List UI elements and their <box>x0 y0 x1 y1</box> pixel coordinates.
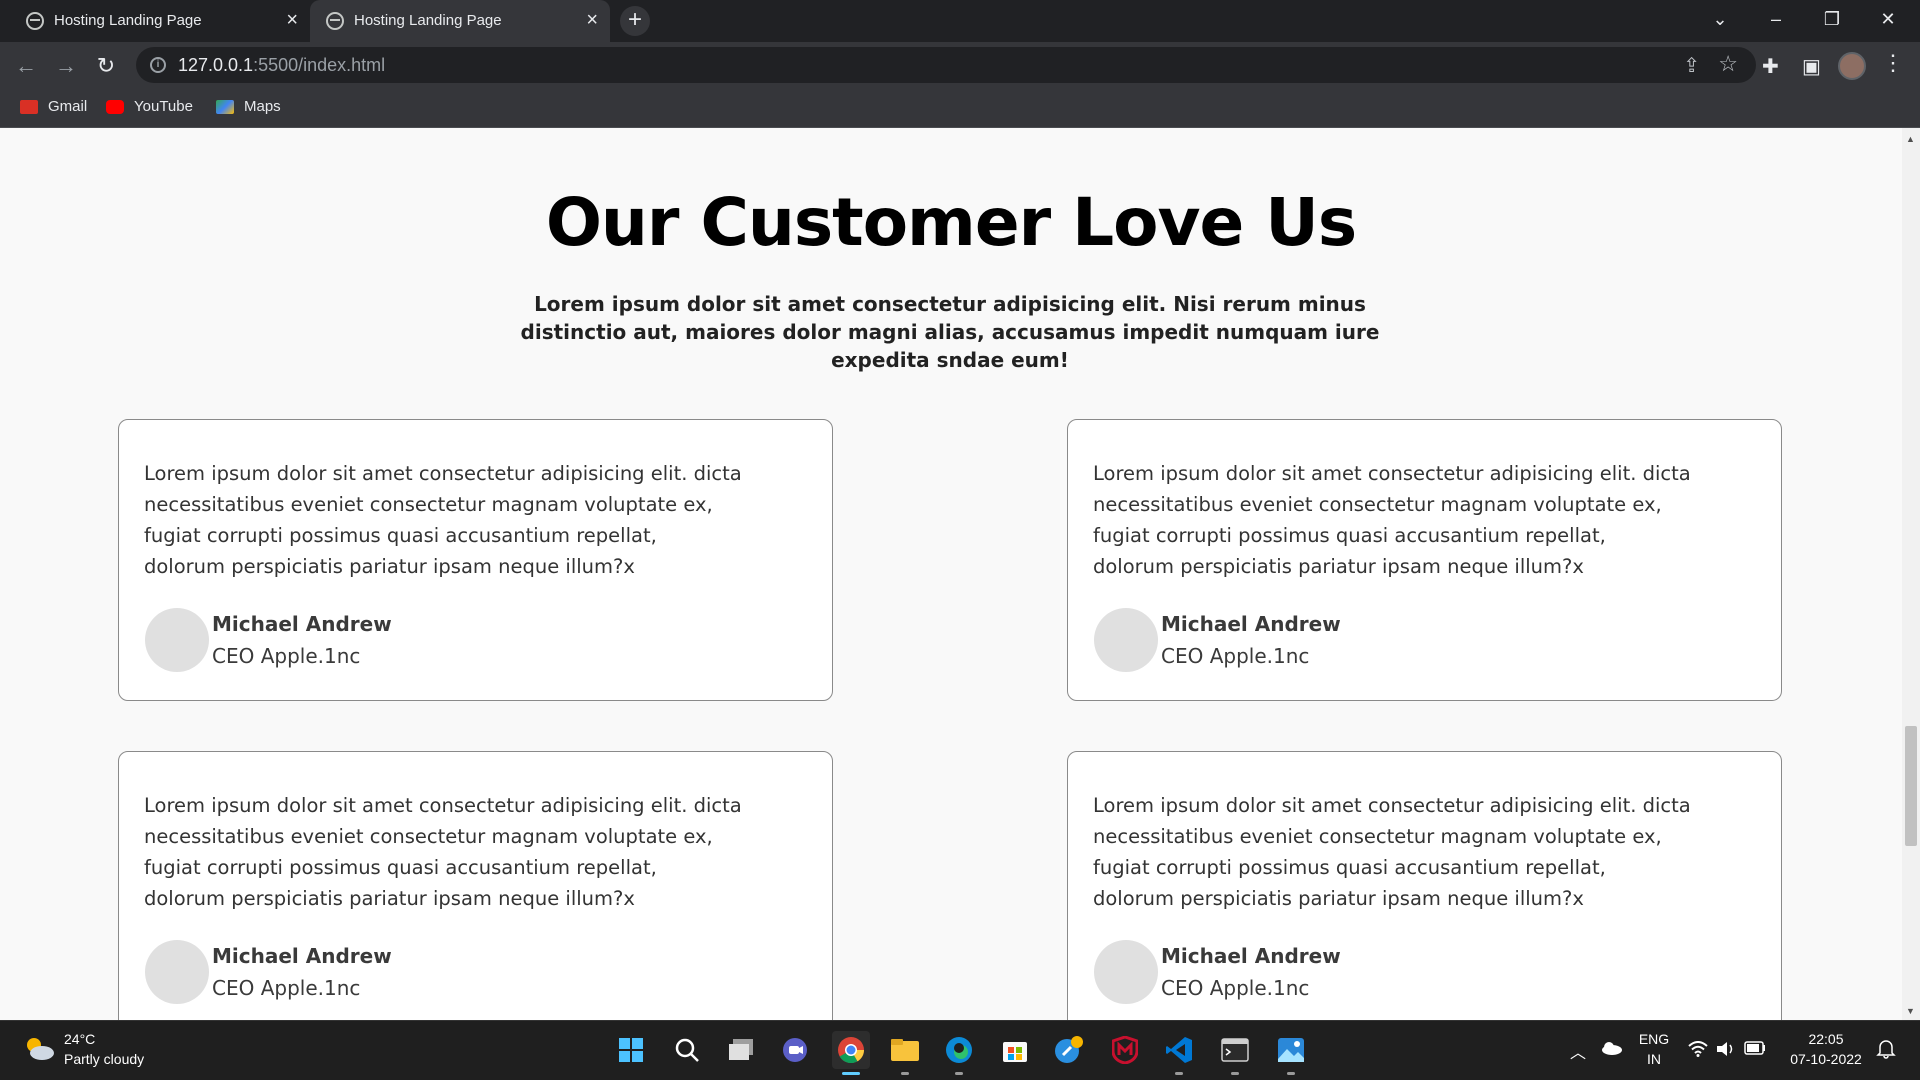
extensions-icon[interactable]: ✚ <box>1762 54 1779 79</box>
language-region[interactable]: IN <box>1636 1051 1672 1067</box>
bookmark-maps[interactable]: Maps <box>216 98 281 115</box>
profile-avatar[interactable] <box>1838 52 1866 80</box>
close-window-button[interactable]: ✕ <box>1860 0 1916 38</box>
mcafee-icon[interactable] <box>1106 1031 1144 1069</box>
onedrive-icon[interactable] <box>1600 1041 1622 1055</box>
browser-tab-1[interactable]: Hosting Landing Page × <box>10 0 310 42</box>
chat-icon[interactable] <box>776 1031 814 1069</box>
tab-title: Hosting Landing Page <box>354 12 502 29</box>
browser-tab-2[interactable]: Hosting Landing Page × <box>310 0 610 42</box>
weather-temperature[interactable]: 24°C <box>64 1031 95 1047</box>
address-bar[interactable]: i 127.0.0.1:5500/index.html ⇪ ☆ <box>136 47 1756 83</box>
page-viewport: Our Customer Love Us Lorem ipsum dolor s… <box>0 128 1920 1020</box>
url-text[interactable]: 127.0.0.1:5500/index.html <box>178 55 385 76</box>
chevron-up-icon[interactable]: ︿ <box>1570 1039 1586 1063</box>
section-heading: Our Customer Love Us <box>545 184 1357 261</box>
bookmark-star-icon[interactable]: ☆ <box>1718 51 1738 77</box>
settings-icon[interactable] <box>1050 1031 1088 1069</box>
avatar <box>145 608 209 672</box>
file-explorer-icon[interactable] <box>886 1031 924 1075</box>
close-icon[interactable]: × <box>586 9 598 31</box>
tab-title: Hosting Landing Page <box>54 12 202 29</box>
avatar <box>145 940 209 1004</box>
testimonial-role: CEO Apple.1nc <box>1161 976 1310 1000</box>
notifications-icon[interactable] <box>1876 1039 1896 1059</box>
new-tab-button[interactable]: + <box>620 6 650 36</box>
section-subtitle: Lorem ipsum dolor sit amet consectetur a… <box>520 292 1380 372</box>
testimonial-card: Lorem ipsum dolor sit amet consectetur a… <box>1067 751 1782 1020</box>
close-icon[interactable]: × <box>286 9 298 31</box>
scroll-down-icon[interactable]: ▼ <box>1906 1006 1915 1016</box>
bookmark-gmail[interactable]: Gmail <box>20 98 87 115</box>
battery-icon[interactable] <box>1744 1041 1766 1055</box>
bookmarks-bar: Gmail YouTube Maps <box>0 88 1920 128</box>
bookmark-youtube[interactable]: YouTube <box>106 98 193 115</box>
scrollbar-thumb[interactable] <box>1905 726 1917 846</box>
language-indicator[interactable]: ENG <box>1636 1031 1672 1047</box>
vscode-icon[interactable] <box>1160 1031 1198 1075</box>
globe-icon <box>326 12 344 30</box>
testimonial-role: CEO Apple.1nc <box>212 976 361 1000</box>
side-panel-icon[interactable]: ▣ <box>1802 54 1821 79</box>
scroll-up-icon[interactable]: ▲ <box>1906 134 1915 144</box>
menu-icon[interactable]: ⋮ <box>1882 50 1904 76</box>
wifi-icon[interactable] <box>1688 1041 1708 1057</box>
reload-icon[interactable]: ↻ <box>90 50 122 82</box>
weather-description[interactable]: Partly cloudy <box>64 1051 144 1067</box>
testimonial-quote: Lorem ipsum dolor sit amet consectetur a… <box>144 794 742 910</box>
testimonial-name: Michael Andrew <box>1161 944 1341 968</box>
share-icon[interactable]: ⇪ <box>1683 53 1700 78</box>
taskbar: 24°C Partly cloudy ︿ ENG IN 22:05 07-10-… <box>0 1020 1920 1080</box>
testimonial-role: CEO Apple.1nc <box>1161 644 1310 668</box>
volume-icon[interactable] <box>1716 1041 1736 1057</box>
edge-icon[interactable] <box>940 1031 978 1075</box>
task-view-icon[interactable] <box>722 1031 760 1069</box>
search-icon[interactable] <box>668 1031 706 1069</box>
browser-toolbar: ← → ↻ i 127.0.0.1:5500/index.html ⇪ ☆ ✚ … <box>0 42 1920 88</box>
start-icon[interactable] <box>612 1031 650 1069</box>
tab-search-icon[interactable]: ⌄ <box>1692 0 1748 38</box>
youtube-icon <box>106 99 124 114</box>
globe-icon <box>26 12 44 30</box>
minimize-button[interactable]: – <box>1748 0 1804 38</box>
avatar <box>1094 608 1158 672</box>
partly-cloudy-icon <box>27 1038 54 1060</box>
photos-icon[interactable] <box>1272 1031 1310 1075</box>
back-icon[interactable]: ← <box>10 50 42 82</box>
testimonial-card: Lorem ipsum dolor sit amet consectetur a… <box>118 419 833 701</box>
maps-icon <box>216 99 234 114</box>
tab-strip: Hosting Landing Page × Hosting Landing P… <box>0 0 1920 42</box>
store-icon[interactable] <box>996 1031 1034 1069</box>
testimonial-quote: Lorem ipsum dolor sit amet consectetur a… <box>1093 462 1691 578</box>
testimonial-card: Lorem ipsum dolor sit amet consectetur a… <box>1067 419 1782 701</box>
clock-date[interactable]: 07-10-2022 <box>1786 1051 1866 1067</box>
testimonial-name: Michael Andrew <box>1161 612 1341 636</box>
testimonial-quote: Lorem ipsum dolor sit amet consectetur a… <box>144 462 742 578</box>
testimonial-name: Michael Andrew <box>212 944 392 968</box>
terminal-icon[interactable] <box>1216 1031 1254 1075</box>
testimonial-role: CEO Apple.1nc <box>212 644 361 668</box>
clock-time[interactable]: 22:05 <box>1786 1031 1866 1047</box>
testimonial-card: Lorem ipsum dolor sit amet consectetur a… <box>118 751 833 1020</box>
avatar <box>1094 940 1158 1004</box>
gmail-icon <box>20 99 38 114</box>
forward-icon[interactable]: → <box>50 50 82 82</box>
testimonial-name: Michael Andrew <box>212 612 392 636</box>
site-info-icon[interactable]: i <box>150 57 166 73</box>
restore-button[interactable]: ❐ <box>1804 0 1860 38</box>
chrome-icon[interactable] <box>832 1031 870 1075</box>
page-scrollbar[interactable]: ▲ ▼ <box>1902 128 1920 1020</box>
testimonial-quote: Lorem ipsum dolor sit amet consectetur a… <box>1093 794 1691 910</box>
